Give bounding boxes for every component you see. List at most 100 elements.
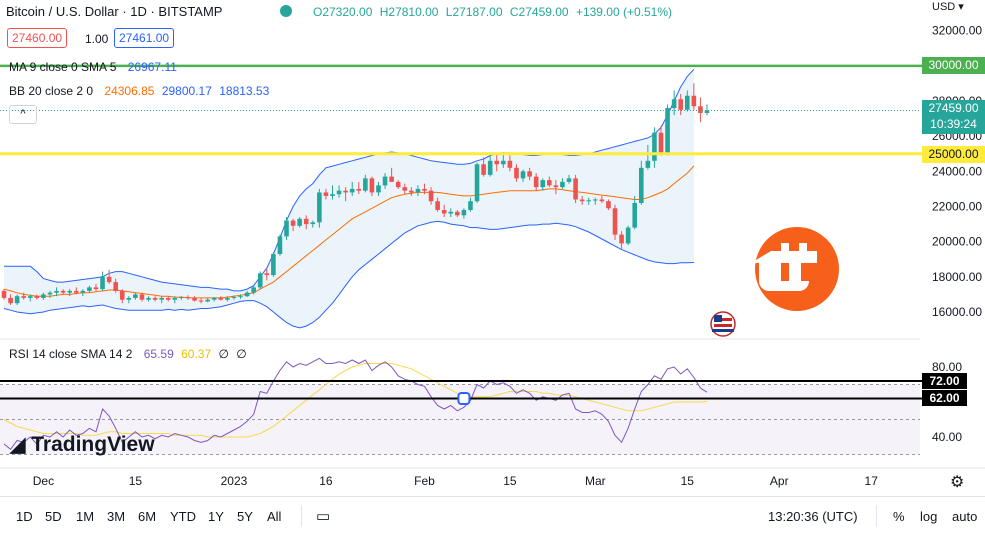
- candle-body: [238, 296, 243, 298]
- candle-body: [277, 236, 283, 254]
- timeframe-all[interactable]: All: [267, 509, 281, 524]
- candle-body: [87, 287, 92, 291]
- timeframe-5d[interactable]: 5D: [45, 509, 62, 524]
- time-tick-label: Mar: [585, 474, 606, 488]
- candle-body: [573, 178, 578, 200]
- sell-button[interactable]: 27460.00: [7, 28, 68, 48]
- collapse-legend-button[interactable]: ^: [9, 105, 37, 124]
- utc-clock[interactable]: 13:20:36 (UTC): [768, 509, 858, 524]
- candle-body: [645, 160, 651, 168]
- candle-body: [665, 108, 670, 154]
- level-30000-label: 30000.00: [922, 57, 985, 74]
- candle-body: [73, 290, 79, 293]
- candle-body: [8, 297, 13, 304]
- timeframe-ytd[interactable]: YTD: [170, 509, 196, 524]
- currency-selector[interactable]: USD ▾: [932, 0, 964, 13]
- candle-body: [14, 296, 20, 304]
- rsi-extra-value-2: ∅: [236, 347, 247, 361]
- candle-body: [632, 202, 638, 228]
- candle-body: [625, 227, 631, 244]
- time-tick-label: 15: [681, 474, 695, 488]
- percent-toggle[interactable]: %: [893, 509, 905, 524]
- candle-body: [231, 297, 237, 299]
- timeframe-1d[interactable]: 1D: [16, 509, 33, 524]
- candle-body: [481, 164, 486, 175]
- candle-body: [461, 210, 467, 216]
- candle-body: [435, 201, 440, 211]
- symbol-title[interactable]: Bitcoin / U.S. Dollar · 1D · BITSTAMP: [6, 4, 222, 19]
- settings-gear-icon[interactable]: ⚙: [950, 472, 964, 492]
- candle-body: [172, 297, 178, 300]
- candle-body: [415, 188, 421, 193]
- bb-label: BB 20 close 2 0: [9, 84, 94, 98]
- buy-button[interactable]: 27461.00: [114, 28, 175, 48]
- candle-body: [684, 95, 690, 110]
- candle-body: [402, 187, 408, 191]
- candle-body: [428, 190, 434, 202]
- last-price-value: 27459.00: [928, 101, 979, 115]
- candle-body: [106, 276, 112, 283]
- tradingview-logo-icon: ◢: [10, 434, 26, 456]
- candle-body: [323, 192, 329, 196]
- candle-body: [652, 132, 657, 161]
- auto-toggle[interactable]: auto: [952, 509, 977, 524]
- price-tick-label: 22000.00: [932, 200, 982, 214]
- chevron-down-icon: ▾: [958, 1, 964, 13]
- candle: [271, 252, 276, 277]
- rsi-legend[interactable]: RSI 14 close SMA 14 2 65.59 60.37 ∅ ∅: [9, 347, 247, 361]
- candle: [474, 162, 480, 203]
- candle: [625, 225, 631, 246]
- candle: [317, 188, 322, 228]
- bb-legend[interactable]: BB 20 close 2 0 24306.85 29800.17 18813.…: [9, 84, 269, 98]
- time-tick-label: Feb: [414, 474, 435, 488]
- timeframe-5y[interactable]: 5Y: [237, 509, 253, 524]
- change-value: +139.00 (+0.51%): [575, 5, 673, 19]
- candle-body: [67, 290, 72, 293]
- bitcoin-logo-icon: [751, 227, 839, 311]
- candle-body: [244, 292, 250, 297]
- candle-body: [540, 180, 546, 188]
- candle-body: [271, 253, 276, 276]
- market-status-icon: [280, 3, 292, 17]
- candle-body: [547, 180, 552, 186]
- price-tick-label: 24000.00: [932, 164, 982, 178]
- spread-value: 1.00: [85, 32, 109, 46]
- candle-body: [514, 167, 519, 179]
- candle-body: [612, 208, 618, 235]
- candle-body: [409, 190, 414, 193]
- candle-body: [507, 160, 513, 168]
- bb-basis-value: 24306.85: [104, 84, 155, 98]
- candle-body: [47, 292, 53, 295]
- candle: [704, 104, 710, 116]
- price-tick-label: 32000.00: [932, 24, 982, 38]
- ma-value: 26967.11: [127, 60, 177, 74]
- close-value: C27459.00: [509, 5, 569, 19]
- candle-body: [336, 190, 342, 195]
- candle-body: [691, 95, 697, 107]
- timeframe-1m[interactable]: 1M: [76, 509, 94, 524]
- timeframe-1y[interactable]: 1Y: [208, 509, 224, 524]
- timeframe-6m[interactable]: 6M: [138, 509, 156, 524]
- tradingview-watermark: ◢ TradingView: [10, 432, 155, 457]
- candle: [100, 271, 105, 291]
- drawing-handle[interactable]: [457, 392, 471, 405]
- date-range-icon[interactable]: ▭: [316, 507, 330, 525]
- bar-countdown: 10:39:24: [930, 117, 977, 131]
- candle-body: [671, 99, 677, 109]
- ma-legend[interactable]: MA 9 close 0 SMA 5 26967.11: [9, 60, 177, 74]
- price-tick-label: 16000.00: [932, 305, 982, 319]
- log-toggle[interactable]: log: [920, 509, 937, 524]
- rsi-label: RSI 14 close SMA 14 2: [9, 347, 133, 361]
- candle: [698, 97, 703, 123]
- candle-body: [330, 194, 335, 196]
- candle: [665, 104, 670, 156]
- timeframe-3m[interactable]: 3M: [107, 509, 125, 524]
- time-tick-label: 15: [129, 474, 143, 488]
- price-tick-label: 20000.00: [932, 235, 982, 249]
- candle-body: [356, 188, 362, 191]
- candle-body: [349, 188, 355, 193]
- candle-body: [93, 287, 99, 290]
- candle-body: [264, 273, 270, 276]
- candle-body: [560, 181, 565, 188]
- candle-body: [501, 160, 506, 165]
